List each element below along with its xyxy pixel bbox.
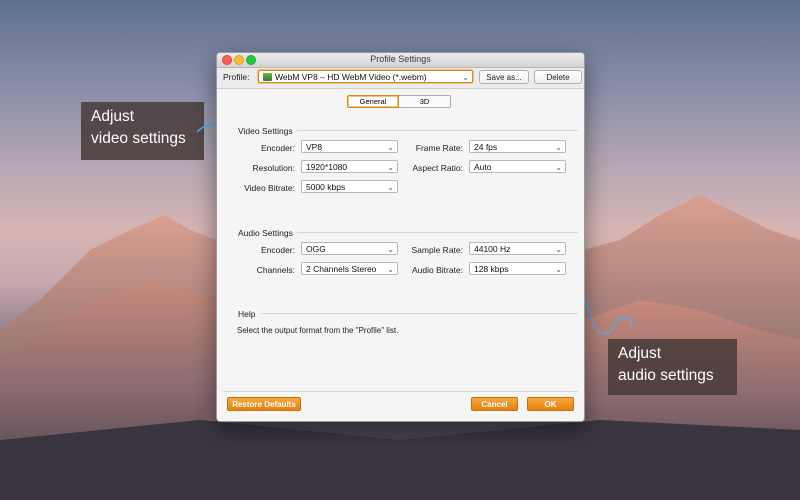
audio-encoder-select[interactable]: OGG ⌄ [301, 242, 398, 255]
chevron-down-icon: ⌄ [555, 143, 562, 152]
restore-defaults-button[interactable]: Restore Defaults [227, 397, 301, 411]
webm-format-icon [263, 72, 272, 81]
chevron-down-icon: ⌄ [387, 183, 394, 192]
video-callout: Adjust video settings [81, 102, 204, 160]
audio-callout-line1: Adjust [618, 345, 662, 362]
save-as-button[interactable]: Save as... [479, 70, 529, 84]
tab-3d[interactable]: 3D [399, 95, 451, 108]
aspect-ratio-value: Auto [474, 162, 492, 172]
audio-settings-title: Audio Settings [238, 228, 293, 238]
channels-label: Channels: [256, 265, 295, 275]
channels-value: 2 Channels Stereo [306, 264, 377, 274]
profile-settings-window: Profile Settings Profile: WebM VP8 – HD … [216, 52, 585, 422]
resolution-value: 1920*1080 [306, 162, 348, 172]
help-text: Select the output format from the "Profi… [237, 326, 399, 335]
help-divider [261, 313, 578, 314]
video-callout-line2: video settings [91, 130, 186, 147]
video-encoder-label: Encoder: [260, 143, 295, 153]
settings-content: General 3D Video Settings Encoder: VP8 ⌄ … [217, 88, 584, 421]
sample-rate-value: 44100 Hz [474, 244, 511, 254]
tab-general[interactable]: General [347, 95, 399, 108]
video-encoder-select[interactable]: VP8 ⌄ [301, 140, 398, 153]
frame-rate-value: 24 fps [474, 142, 498, 152]
frame-rate-select[interactable]: 24 fps ⌄ [469, 140, 566, 153]
audio-divider [297, 232, 578, 233]
profile-select-value: WebM VP8 – HD WebM Video (*.webm) [275, 72, 427, 82]
aspect-ratio-label: Aspect Ratio: [412, 163, 463, 173]
help-title: Help [238, 309, 256, 319]
video-encoder-value: VP8 [306, 142, 323, 152]
audio-callout-line2: audio settings [618, 367, 714, 384]
footer-divider [223, 391, 578, 392]
cancel-button[interactable]: Cancel [471, 397, 518, 411]
profile-row: Profile: WebM VP8 – HD WebM Video (*.web… [223, 69, 582, 87]
video-bitrate-label: Video Bitrate: [244, 183, 295, 193]
settings-tabs: General 3D [347, 95, 451, 108]
delete-button[interactable]: Delete [534, 70, 582, 84]
channels-select[interactable]: 2 Channels Stereo ⌄ [301, 262, 398, 275]
profile-select[interactable]: WebM VP8 – HD WebM Video (*.webm) ⌄ [258, 70, 473, 83]
video-bitrate-value: 5000 kbps [306, 182, 346, 192]
audio-encoder-label: Encoder: [260, 245, 295, 255]
chevron-down-icon: ⌄ [387, 163, 394, 172]
video-settings-title: Video Settings [238, 126, 293, 136]
video-bitrate-select[interactable]: 5000 kbps ⌄ [301, 180, 398, 193]
sample-rate-select[interactable]: 44100 Hz ⌄ [469, 242, 566, 255]
sample-rate-label: Sample Rate: [411, 245, 464, 255]
chevron-down-icon: ⌄ [462, 73, 469, 82]
chevron-down-icon: ⌄ [555, 163, 562, 172]
audio-bitrate-value: 128 kbps [474, 264, 509, 274]
audio-callout: Adjust audio settings [608, 339, 737, 395]
resolution-label: Resolution: [252, 163, 295, 173]
chevron-down-icon: ⌄ [387, 245, 394, 254]
audio-bitrate-label: Audio Bitrate: [411, 265, 463, 275]
frame-rate-label: Frame Rate: [415, 143, 463, 153]
chevron-down-icon: ⌄ [387, 143, 394, 152]
chevron-down-icon: ⌄ [387, 265, 394, 274]
window-title: Profile Settings [370, 54, 431, 64]
ok-button[interactable]: OK [527, 397, 574, 411]
profile-label: Profile: [223, 72, 250, 82]
video-divider [297, 130, 578, 131]
chevron-down-icon: ⌄ [555, 245, 562, 254]
audio-encoder-value: OGG [306, 244, 326, 254]
aspect-ratio-select[interactable]: Auto ⌄ [469, 160, 566, 173]
resolution-select[interactable]: 1920*1080 ⌄ [301, 160, 398, 173]
title-bar[interactable]: Profile Settings [217, 53, 584, 68]
audio-bitrate-select[interactable]: 128 kbps ⌄ [469, 262, 566, 275]
chevron-down-icon: ⌄ [555, 265, 562, 274]
video-callout-line1: Adjust [91, 108, 135, 125]
